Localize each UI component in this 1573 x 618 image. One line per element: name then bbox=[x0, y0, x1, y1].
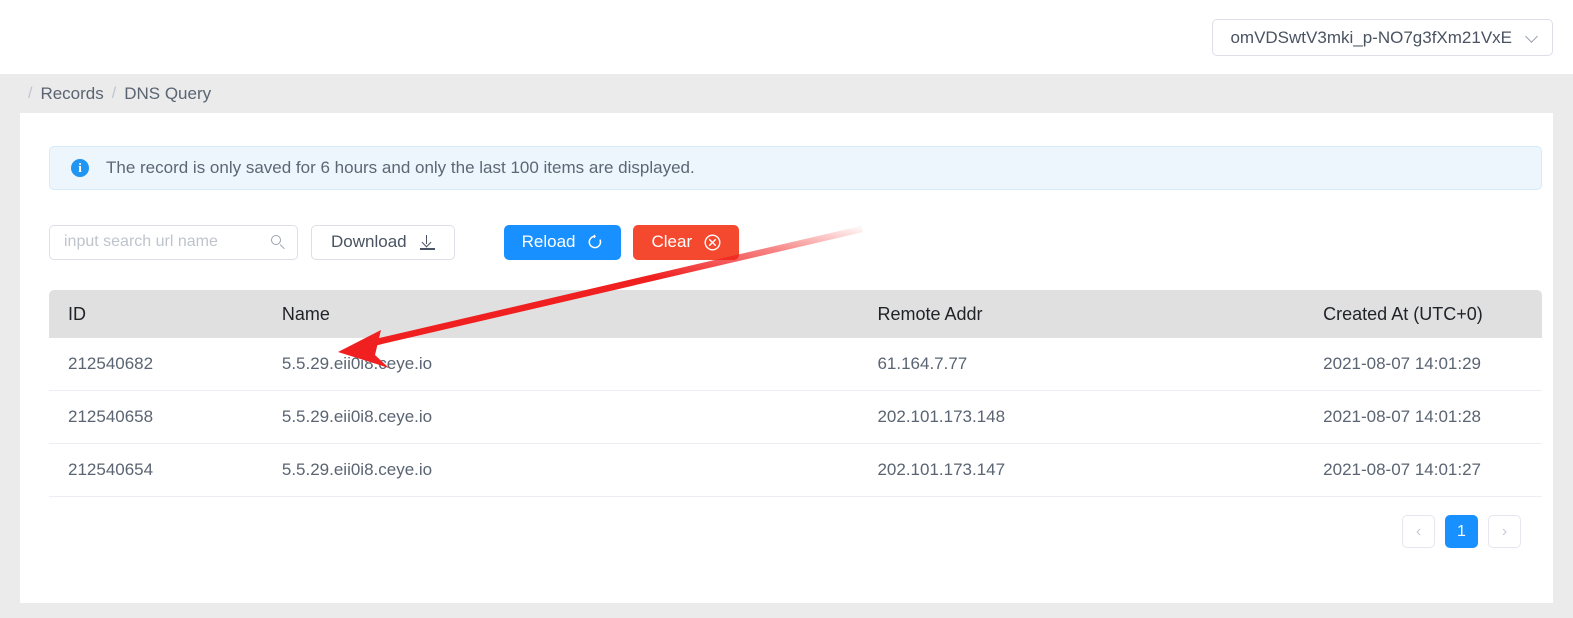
cell-remote-addr: 202.101.173.147 bbox=[877, 460, 1006, 479]
table-row[interactable]: 212540682 5.5.29.eii0i8.ceye.io 61.164.7… bbox=[49, 338, 1542, 391]
account-selector-value: omVDSwtV3mki_p-NO7g3fXm21VxE bbox=[1230, 27, 1512, 47]
breadcrumb-item-dns-query: DNS Query bbox=[124, 83, 212, 103]
info-alert-message: The record is only saved for 6 hours and… bbox=[106, 158, 695, 177]
breadcrumb-item-records[interactable]: Records bbox=[40, 84, 103, 104]
column-header-name: Name bbox=[281, 303, 330, 324]
clear-button[interactable]: Clear bbox=[633, 224, 740, 260]
search-input[interactable] bbox=[62, 232, 265, 252]
cell-created-at: 2021-08-07 14:01:28 bbox=[1323, 407, 1482, 426]
cell-id: 212540658 bbox=[68, 407, 154, 426]
refresh-icon bbox=[587, 234, 603, 250]
search-icon[interactable] bbox=[271, 234, 286, 250]
column-header-created-at: Created At (UTC+0) bbox=[1323, 303, 1483, 324]
pagination-next-button[interactable]: › bbox=[1488, 515, 1521, 548]
breadcrumb: / Records / DNS Query bbox=[20, 84, 211, 104]
pagination: ‹ 1 › bbox=[1402, 515, 1521, 548]
cell-name: 5.5.29.eii0i8.ceye.io bbox=[281, 407, 433, 426]
clear-button-label: Clear bbox=[651, 232, 693, 251]
cell-id: 212540682 bbox=[68, 354, 154, 373]
pagination-page-1[interactable]: 1 bbox=[1445, 515, 1478, 548]
account-selector[interactable]: omVDSwtV3mki_p-NO7g3fXm21VxE bbox=[1212, 19, 1553, 56]
column-header-id: ID bbox=[68, 303, 86, 324]
table-toolbar: Download Reload Clear bbox=[49, 224, 740, 260]
breadcrumb-bar: / Records / DNS Query bbox=[0, 74, 1573, 113]
info-alert: i The record is only saved for 6 hours a… bbox=[49, 146, 1542, 190]
table-header-row: ID Name Remote Addr Created At (UTC+0) bbox=[49, 290, 1542, 338]
download-button[interactable]: Download bbox=[311, 224, 455, 260]
pagination-prev-button[interactable]: ‹ bbox=[1402, 515, 1435, 548]
cell-created-at: 2021-08-07 14:01:27 bbox=[1323, 460, 1482, 479]
table-row[interactable]: 212540654 5.5.29.eii0i8.ceye.io 202.101.… bbox=[49, 444, 1542, 497]
search-box[interactable] bbox=[49, 224, 298, 260]
column-header-remote-addr: Remote Addr bbox=[877, 303, 983, 324]
breadcrumb-separator: / bbox=[111, 84, 117, 102]
top-header-bar: omVDSwtV3mki_p-NO7g3fXm21VxE bbox=[0, 0, 1573, 74]
content-card: i The record is only saved for 6 hours a… bbox=[20, 113, 1553, 603]
chevron-down-icon bbox=[1526, 31, 1539, 44]
dns-records-table: ID Name Remote Addr Created At (UTC+0) 2… bbox=[49, 290, 1542, 497]
info-circle-icon: i bbox=[71, 159, 89, 177]
reload-button[interactable]: Reload bbox=[503, 224, 622, 260]
download-icon bbox=[419, 234, 435, 250]
cell-name: 5.5.29.eii0i8.ceye.io bbox=[281, 354, 433, 373]
cell-remote-addr: 202.101.173.148 bbox=[877, 407, 1006, 426]
cell-created-at: 2021-08-07 14:01:29 bbox=[1323, 354, 1482, 373]
table-row[interactable]: 212540658 5.5.29.eii0i8.ceye.io 202.101.… bbox=[49, 391, 1542, 444]
breadcrumb-separator: / bbox=[28, 84, 33, 102]
close-circle-icon bbox=[704, 233, 721, 251]
cell-remote-addr: 61.164.7.77 bbox=[877, 354, 968, 373]
cell-name: 5.5.29.eii0i8.ceye.io bbox=[281, 460, 433, 479]
cell-id: 212540654 bbox=[68, 460, 154, 479]
reload-button-label: Reload bbox=[521, 232, 576, 251]
download-button-label: Download bbox=[331, 232, 407, 251]
